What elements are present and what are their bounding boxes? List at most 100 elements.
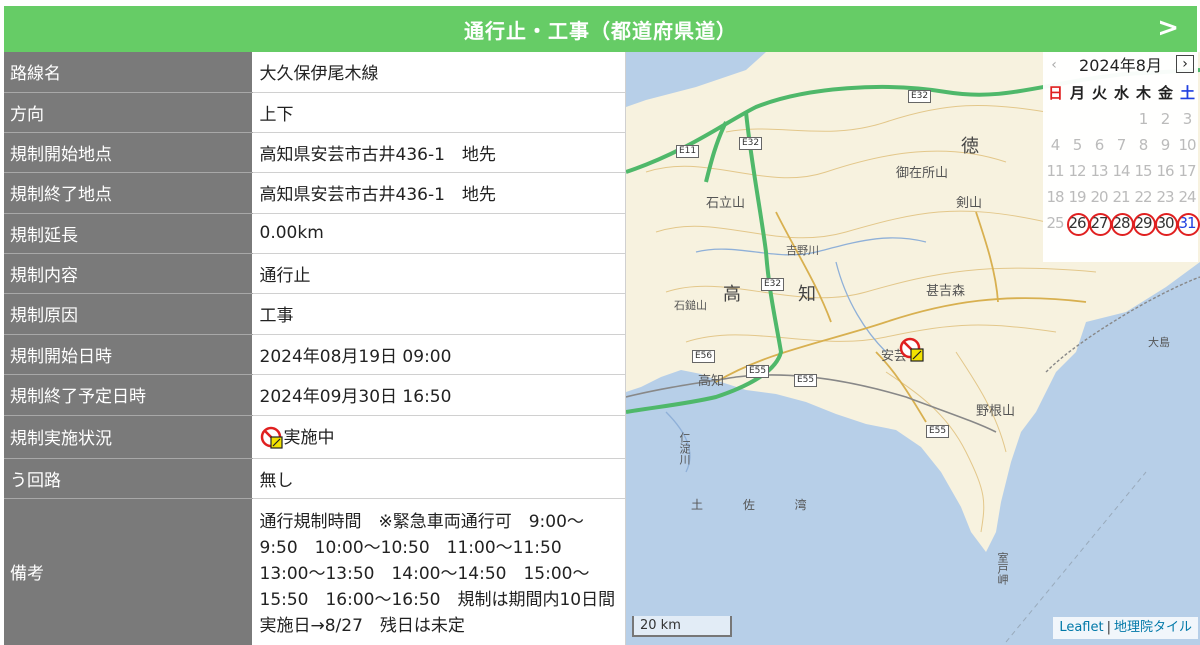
shield-e56: E56	[692, 350, 716, 363]
calendar-day[interactable]: 21	[1110, 184, 1132, 210]
row-label-status: 規制実施状況	[4, 415, 253, 459]
map-label-ishidate: 石立山	[706, 196, 746, 211]
calendar-day-marked[interactable]: 29	[1132, 210, 1156, 236]
shield-e11: E11	[676, 145, 700, 158]
calendar-day[interactable]: 2	[1154, 106, 1176, 132]
row-value-length: 0.00km	[252, 213, 626, 254]
calendar-day[interactable]: 4	[1044, 132, 1066, 158]
table-row: 規制原因 工事	[4, 293, 626, 335]
shield-e55-b: E55	[794, 374, 818, 387]
calendar-weekday: 水	[1113, 84, 1129, 102]
calendar-day-marked[interactable]: 27	[1088, 210, 1112, 236]
calendar-day[interactable]: 5	[1066, 132, 1088, 158]
calendar-day[interactable]: 8	[1132, 132, 1154, 158]
calendar-day[interactable]: 20	[1088, 184, 1110, 210]
table-row: う回路 無し	[4, 458, 626, 499]
calendar-day[interactable]: 10	[1176, 132, 1198, 158]
calendar-day[interactable]: 25	[1044, 210, 1066, 236]
map-label-ishizuchi: 石鎚山	[674, 299, 707, 312]
calendar-next-button[interactable]: ›	[1176, 55, 1194, 73]
row-label-cause: 規制原因	[4, 293, 253, 335]
row-value-start-datetime: 2024年08月19日 09:00	[252, 334, 626, 375]
next-page-button[interactable]: >	[1157, 12, 1179, 44]
calendar-day[interactable]: 11	[1044, 158, 1066, 184]
calendar-day[interactable]: 9	[1154, 132, 1176, 158]
row-label-end-point: 規制終了地点	[4, 172, 253, 214]
row-value-end-point: 高知県安芸市古井436-1 地先	[252, 172, 626, 214]
calendar-weekday: 土	[1179, 84, 1195, 102]
map-label-kouno: 甚吉森	[926, 284, 966, 299]
map-label-tsurugi: 剣山	[956, 196, 983, 211]
calendar-day[interactable]: 16	[1154, 158, 1176, 184]
map-label-niyodo: 仁淀川	[678, 432, 691, 465]
calendar-weekday: 日	[1047, 84, 1063, 102]
calendar-weekday: 金	[1157, 84, 1173, 102]
calendar-day[interactable]: 17	[1176, 158, 1198, 184]
row-value-content: 通行止	[252, 253, 626, 294]
shield-e55-a: E55	[746, 365, 770, 378]
shield-e32-south: E32	[761, 278, 785, 291]
row-label-start-datetime: 規制開始日時	[4, 334, 253, 375]
row-value-cause: 工事	[252, 293, 626, 335]
date-calendar: ‹ 2024年8月 › 日月火水木金土 1 2 3 4 5 6 7 8 9 10 11 12 13 14 15…	[1043, 52, 1200, 262]
row-label-route: 路線名	[4, 52, 253, 93]
calendar-day[interactable]: 18	[1044, 184, 1066, 210]
calendar-day[interactable]: 19	[1066, 184, 1088, 210]
map-label-oshima: 大島	[1148, 336, 1170, 349]
table-row: 規制開始日時 2024年08月19日 09:00	[4, 334, 626, 375]
map-label-yoshino: 吉野川	[786, 244, 819, 257]
map-label-gozaisho: 御在所山	[896, 166, 949, 181]
page-header: 通行止・工事（都道府県道） >	[4, 6, 1197, 52]
gsi-tiles-link[interactable]: 地理院タイル	[1114, 620, 1192, 635]
calendar-day[interactable]: 23	[1154, 184, 1176, 210]
calendar-day[interactable]: 15	[1132, 158, 1154, 184]
row-label-start-point: 規制開始地点	[4, 132, 253, 173]
road-closure-icon	[899, 337, 924, 362]
leaflet-link[interactable]: Leaflet	[1059, 620, 1103, 635]
calendar-day	[1110, 106, 1132, 132]
table-row: 規制開始地点 高知県安芸市古井436-1 地先	[4, 132, 626, 173]
map-label-kou: 高	[723, 284, 741, 305]
row-value-start-point: 高知県安芸市古井436-1 地先	[252, 132, 626, 173]
calendar-day[interactable]: 1	[1132, 106, 1154, 132]
calendar-day[interactable]: 13	[1088, 158, 1110, 184]
calendar-weekday: 木	[1135, 84, 1151, 102]
row-value-remarks: 通行規制時間 ※緊急車両通行可 9:00～9:50 10:00～10:50 11…	[252, 498, 632, 645]
calendar-day[interactable]: 22	[1132, 184, 1154, 210]
calendar-day-marked[interactable]: 28	[1110, 210, 1134, 236]
shield-e32-mid: E32	[739, 137, 763, 150]
calendar-day[interactable]: 12	[1066, 158, 1088, 184]
calendar-day-marked[interactable]: 30	[1154, 210, 1178, 236]
row-label-remarks: 備考	[4, 498, 253, 645]
calendar-day[interactable]: 14	[1110, 158, 1132, 184]
attribution-separator: |	[1106, 620, 1111, 635]
shield-e32-north: E32	[908, 90, 932, 103]
table-row: 路線名 大久保伊尾木線	[4, 52, 626, 93]
table-row: 規制内容 通行止	[4, 253, 626, 294]
map-label-noneyama: 野根山	[976, 404, 1016, 419]
table-row: 備考 通行規制時間 ※緊急車両通行可 9:00～9:50 10:00～10:50…	[4, 498, 632, 645]
map-label-chi: 知	[798, 284, 816, 305]
calendar-day[interactable]: 7	[1110, 132, 1132, 158]
row-value-status: 実施中	[252, 415, 626, 459]
calendar-day[interactable]: 6	[1088, 132, 1110, 158]
regulation-info-table: 路線名 大久保伊尾木線 方向 上下 規制開始地点 高知県安芸市古井436-1 地…	[4, 52, 632, 645]
row-value-route: 大久保伊尾木線	[252, 52, 626, 93]
calendar-weekday: 月	[1069, 84, 1085, 102]
table-row: 規制実施状況 実施中	[4, 415, 626, 459]
row-label-content: 規制内容	[4, 253, 253, 294]
map-scale-bar: 20 km	[632, 616, 732, 637]
map-label-tosa-bay: 土 佐 湾	[691, 498, 825, 512]
calendar-day-marked[interactable]: 31	[1176, 210, 1200, 236]
calendar-prev-button[interactable]: ‹	[1047, 56, 1061, 74]
calendar-day[interactable]: 3	[1176, 106, 1198, 132]
calendar-day-marked[interactable]: 26	[1066, 210, 1090, 236]
table-row: 規制終了予定日時 2024年09月30日 16:50	[4, 374, 626, 416]
road-closure-marker[interactable]	[899, 337, 925, 363]
row-label-detour: う回路	[4, 458, 253, 499]
page-title: 通行止・工事（都道府県道）	[464, 18, 737, 43]
map-label-muroto: 室戸岬	[996, 552, 1009, 585]
calendar-header: ‹ 2024年8月 ›	[1043, 52, 1198, 80]
calendar-day	[1066, 106, 1088, 132]
calendar-day[interactable]: 24	[1176, 184, 1198, 210]
